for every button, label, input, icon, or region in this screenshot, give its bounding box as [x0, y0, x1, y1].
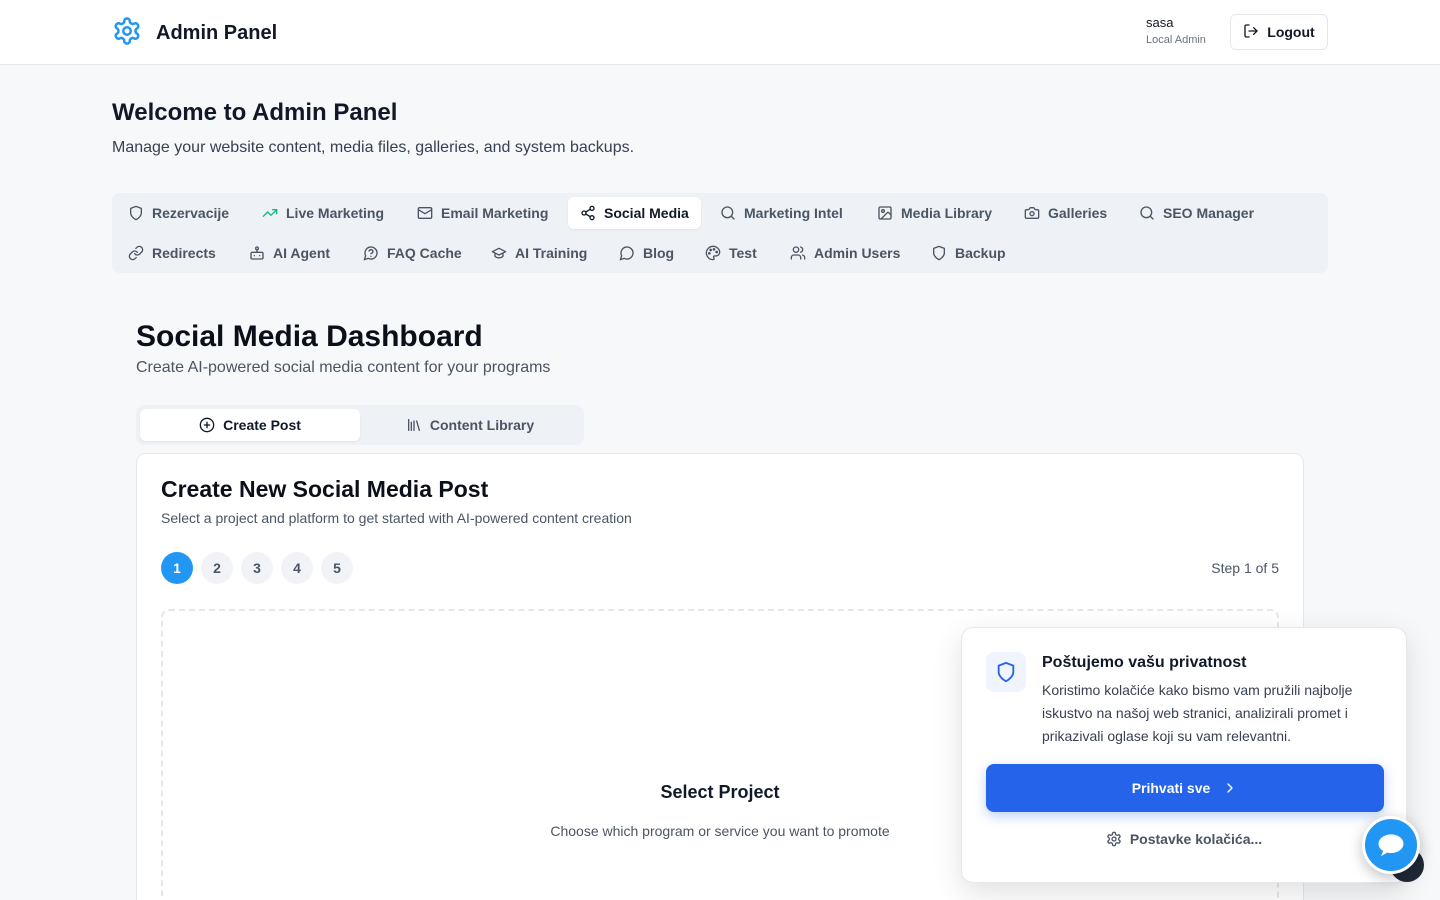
- logout-icon: [1243, 23, 1259, 42]
- nav-item-rezervacije[interactable]: Rezervacije: [116, 197, 241, 229]
- nav-item-admin-users[interactable]: Admin Users: [778, 237, 912, 269]
- step-2[interactable]: 2: [201, 552, 233, 584]
- nav-item-email-marketing[interactable]: Email Marketing: [405, 197, 560, 229]
- nav-item-test[interactable]: Test: [693, 237, 769, 269]
- nav-item-label: Redirects: [152, 245, 216, 261]
- dashboard-title: Social Media Dashboard: [136, 320, 483, 353]
- image-icon: [878, 206, 892, 220]
- nav-item-live-marketing[interactable]: Live Marketing: [250, 197, 396, 229]
- cookie-description: Koristimo kolačiće kako bismo vam pružil…: [1042, 682, 1353, 744]
- search-icon: [1140, 206, 1154, 220]
- tab-create-post[interactable]: Create Post: [140, 409, 360, 441]
- chat-widget-button[interactable]: [1362, 816, 1420, 874]
- nav-item-label: Social Media: [604, 205, 689, 221]
- accept-all-button[interactable]: Prihvati sve: [986, 764, 1384, 812]
- dashboard-subtitle: Create AI-powered social media content f…: [136, 359, 551, 376]
- message-bubble-icon: [619, 246, 634, 261]
- shield-icon: [933, 245, 945, 261]
- chevron-right-icon: [1227, 783, 1233, 793]
- bot-icon: [250, 246, 264, 260]
- nav-item-label: SEO Manager: [1163, 205, 1255, 221]
- privacy-badge: [986, 652, 1026, 692]
- step-indicator: 1 2 3 4 5: [161, 552, 353, 584]
- shield-icon: [130, 205, 142, 221]
- gear-icon: [1107, 831, 1121, 847]
- nav-item-galleries[interactable]: Galleries: [1012, 197, 1119, 229]
- step-1[interactable]: 1: [161, 552, 193, 584]
- cookie-consent-banner: Poštujemo vašu privatnost Koristimo kola…: [961, 627, 1407, 883]
- nav-item-label: AI Agent: [273, 245, 331, 261]
- palette-icon: [705, 245, 721, 261]
- users-icon: [790, 246, 806, 260]
- nav-item-ai-agent[interactable]: AI Agent: [237, 237, 342, 269]
- search-icon: [721, 206, 735, 220]
- nav-item-label: Blog: [643, 245, 675, 261]
- camera-icon: [1024, 207, 1040, 219]
- logout-label: Logout: [1267, 24, 1315, 40]
- nav-item-ai-training[interactable]: AI Training: [479, 237, 599, 269]
- nav-item-backup[interactable]: Backup: [919, 237, 1018, 269]
- top-header: Admin Panel sasa Local Admin Logout: [0, 0, 1440, 65]
- card-subtitle: Select a project and platform to get sta…: [161, 510, 632, 526]
- step-4[interactable]: 4: [281, 552, 313, 584]
- nav-item-label: AI Training: [515, 245, 588, 261]
- nav-item-label: Galleries: [1048, 205, 1108, 221]
- mail-icon: [417, 207, 433, 219]
- nav-item-label: Media Library: [901, 205, 993, 221]
- share-icon: [581, 205, 595, 221]
- nav-item-faq-cache[interactable]: FAQ Cache: [351, 237, 474, 269]
- user-info: sasa Local Admin: [1146, 15, 1206, 46]
- plus-circle-icon: [199, 417, 215, 433]
- nav-item-redirects[interactable]: Redirects: [116, 237, 228, 269]
- nav-item-label: Marketing Intel: [744, 205, 843, 221]
- nav-item-label: Live Marketing: [286, 205, 385, 221]
- gear-icon: [112, 16, 142, 51]
- step-progress-label: Step 1 of 5: [1211, 560, 1279, 576]
- user-name: sasa: [1146, 15, 1174, 30]
- page-subtitle: Manage your website content, media files…: [112, 139, 635, 156]
- library-icon: [407, 419, 420, 431]
- tab-label: Content Library: [429, 417, 535, 433]
- tab-label: Create Post: [223, 417, 301, 433]
- card-title: Create New Social Media Post: [161, 476, 489, 502]
- nav-item-label: FAQ Cache: [387, 245, 462, 261]
- dashboard-tabs: Create Post Content Library: [136, 405, 584, 445]
- nav-item-label: Email Marketing: [441, 205, 549, 221]
- brand-title: Admin Panel: [156, 22, 278, 44]
- cookie-settings-button[interactable]: Postavke kolačića...: [962, 831, 1406, 847]
- cookie-settings-label: Postavke kolačića...: [1129, 831, 1263, 847]
- link-icon: [128, 245, 144, 261]
- nav-item-media-library[interactable]: Media Library: [865, 197, 1004, 229]
- nav-item-label: Test: [729, 245, 757, 261]
- shield-icon: [997, 661, 1015, 683]
- tab-content-library[interactable]: Content Library: [360, 409, 580, 441]
- logout-button[interactable]: Logout: [1230, 14, 1328, 50]
- nav-item-blog[interactable]: Blog: [607, 237, 686, 269]
- graduation-cap-icon: [491, 247, 507, 259]
- admin-nav: Rezervacije Live Marketing Email Marketi…: [112, 193, 1328, 273]
- nav-item-label: Admin Users: [814, 245, 901, 261]
- chat-bubble-icon: [1378, 834, 1404, 857]
- accept-label: Prihvati sve: [1131, 780, 1211, 796]
- page-title: Welcome to Admin Panel: [112, 99, 398, 126]
- nav-item-marketing-intel[interactable]: Marketing Intel: [708, 197, 855, 229]
- user-role: Local Admin: [1146, 34, 1206, 46]
- step-3[interactable]: 3: [241, 552, 273, 584]
- trending-up-icon: [262, 209, 278, 217]
- cookie-title: Poštujemo vašu privatnost: [1042, 654, 1247, 671]
- step-5[interactable]: 5: [321, 552, 353, 584]
- help-bubble-icon: [363, 246, 378, 261]
- nav-item-seo-manager[interactable]: SEO Manager: [1127, 197, 1266, 229]
- nav-item-social-media[interactable]: Social Media: [568, 197, 701, 229]
- nav-item-label: Rezervacije: [152, 205, 230, 221]
- brand[interactable]: Admin Panel: [112, 16, 277, 51]
- nav-item-label: Backup: [955, 245, 1006, 261]
